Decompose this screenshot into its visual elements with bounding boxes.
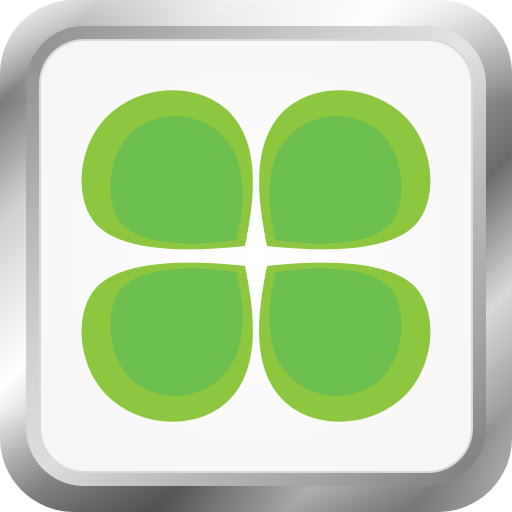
app-icon[interactable] [0, 0, 512, 512]
icon-panel [39, 39, 473, 473]
